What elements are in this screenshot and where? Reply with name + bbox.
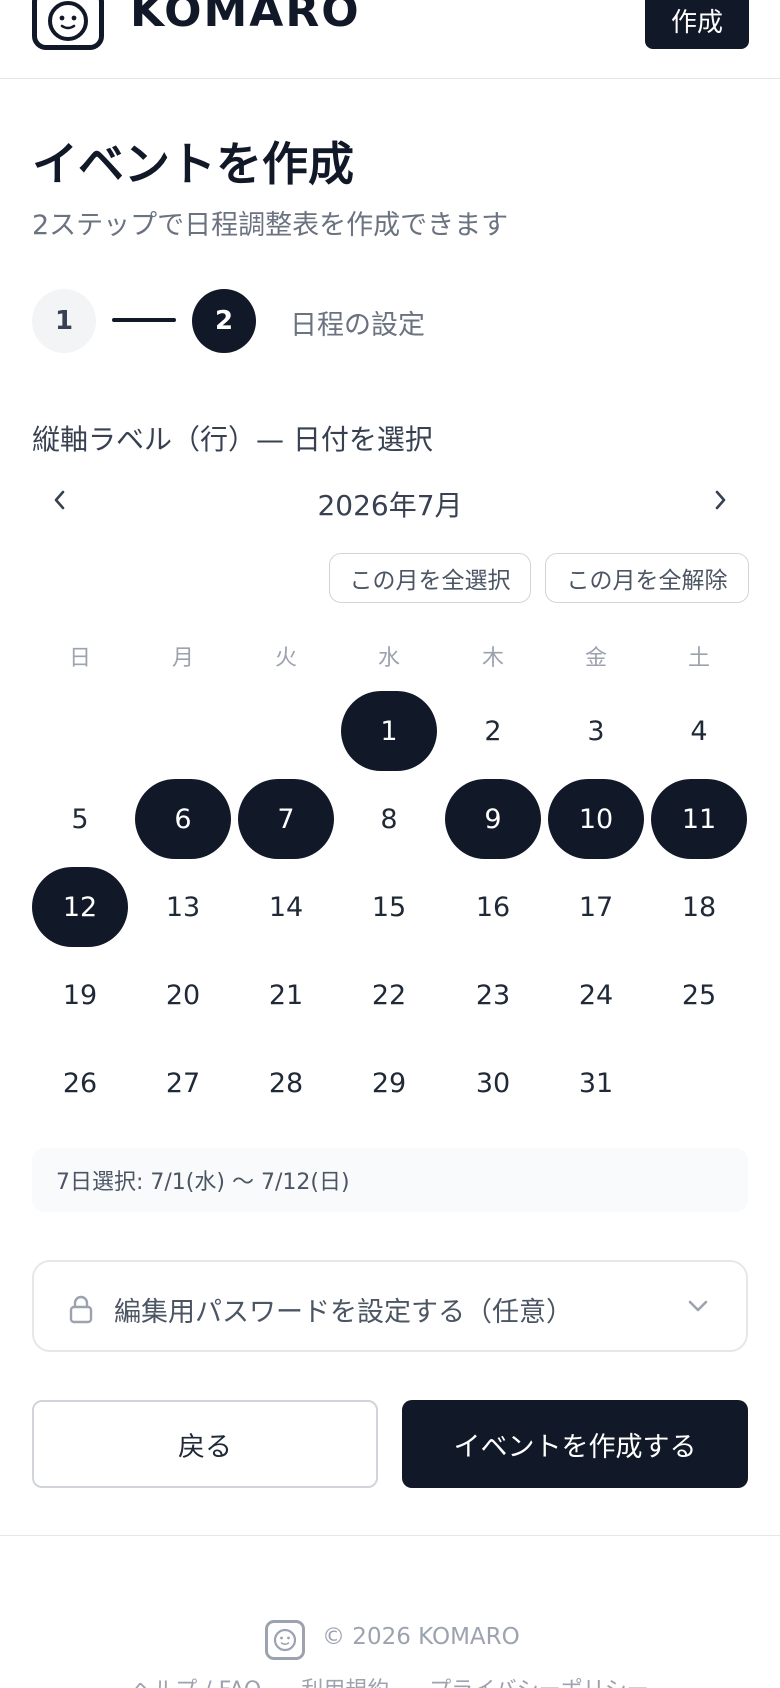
page-subtitle: 2ステップで日程調整表を作成できます — [32, 210, 509, 241]
logo-icon[interactable] — [32, 0, 104, 50]
calendar-day-22[interactable]: 22 — [341, 955, 437, 1035]
calendar-day-1[interactable]: 1 — [341, 691, 437, 771]
footer-link-help[interactable]: ヘルプ / FAQ — [131, 1672, 261, 1688]
calendar-day-31[interactable]: 31 — [548, 1043, 644, 1123]
calendar-day-30[interactable]: 30 — [445, 1043, 541, 1123]
footer: © 2026 KOMARO ヘルプ / FAQ 利用規約 プライバシーポリシー — [0, 1535, 780, 1688]
calendar-day-9[interactable]: 9 — [445, 779, 541, 859]
select-all-month-button[interactable]: この月を全選択 — [329, 553, 531, 603]
footer-link-terms[interactable]: 利用規約 — [301, 1672, 389, 1688]
password-accordion[interactable]: 編集用パスワードを設定する（任意） — [32, 1260, 748, 1352]
calendar-day-2[interactable]: 2 — [445, 691, 541, 771]
footer-links: ヘルプ / FAQ 利用規約 プライバシーポリシー — [0, 1672, 780, 1688]
weekday-mon: 月 — [171, 646, 194, 671]
step-2-indicator: 2 — [192, 289, 256, 353]
logo-text[interactable]: KOMARO — [130, 0, 361, 37]
calendar-day-16[interactable]: 16 — [445, 867, 541, 947]
calendar-day-15[interactable]: 15 — [341, 867, 437, 947]
date-section-label: 縦軸ラベル（行）— 日付を選択 — [32, 423, 433, 456]
calendar-day-25[interactable]: 25 — [651, 955, 747, 1035]
calendar-day-6[interactable]: 6 — [135, 779, 231, 859]
calendar-day-7[interactable]: 7 — [238, 779, 334, 859]
calendar-day-3[interactable]: 3 — [548, 691, 644, 771]
weekday-sun: 日 — [68, 646, 91, 671]
calendar-day-24[interactable]: 24 — [548, 955, 644, 1035]
calendar-day-11[interactable]: 11 — [651, 779, 747, 859]
calendar-day-12[interactable]: 12 — [32, 867, 128, 947]
calendar-day-28[interactable]: 28 — [238, 1043, 334, 1123]
create-event-button[interactable]: イベントを作成する — [402, 1400, 748, 1488]
back-button[interactable]: 戻る — [32, 1400, 378, 1488]
calendar-day-20[interactable]: 20 — [135, 955, 231, 1035]
calendar-day-17[interactable]: 17 — [548, 867, 644, 947]
calendar-day-26[interactable]: 26 — [32, 1043, 128, 1123]
weekday-wed: 水 — [377, 646, 400, 671]
calendar-day-27[interactable]: 27 — [135, 1043, 231, 1123]
calendar-day-5[interactable]: 5 — [32, 779, 128, 859]
calendar-day-8[interactable]: 8 — [341, 779, 437, 859]
footer-link-privacy[interactable]: プライバシーポリシー — [429, 1672, 649, 1688]
password-label: 編集用パスワードを設定する（任意） — [114, 1297, 573, 1328]
calendar-day-4[interactable]: 4 — [651, 691, 747, 771]
footer-copyright: © 2026 KOMARO — [322, 1624, 520, 1650]
selection-summary: 7日選択: 7/1(水) 〜 7/12(日) — [32, 1148, 748, 1212]
weekday-fri: 金 — [584, 646, 607, 671]
calendar-day-19[interactable]: 19 — [32, 955, 128, 1035]
calendar-day-13[interactable]: 13 — [135, 867, 231, 947]
step-connector — [112, 318, 176, 322]
weekday-tue: 火 — [274, 646, 297, 671]
calendar-day-18[interactable]: 18 — [651, 867, 747, 947]
calendar-day-23[interactable]: 23 — [445, 955, 541, 1035]
next-month-button[interactable] — [698, 478, 742, 522]
weekday-thu: 木 — [481, 646, 504, 671]
calendar-day-29[interactable]: 29 — [341, 1043, 437, 1123]
app-header: KOMARO 作成 — [0, 0, 780, 79]
chevron-down-icon — [688, 1300, 708, 1312]
page-title: イベントを作成 — [32, 137, 354, 191]
weekday-sat: 土 — [687, 646, 710, 671]
footer-logo-icon — [265, 1620, 305, 1660]
calendar-day-21[interactable]: 21 — [238, 955, 334, 1035]
calendar-day-14[interactable]: 14 — [238, 867, 334, 947]
create-button[interactable]: 作成 — [645, 0, 749, 49]
calendar-day-10[interactable]: 10 — [548, 779, 644, 859]
clear-all-month-button[interactable]: この月を全解除 — [545, 553, 749, 603]
lock-icon — [69, 1295, 93, 1324]
current-step-label: 日程の設定 — [290, 310, 425, 341]
step-1-indicator: 1 — [32, 289, 96, 353]
month-label: 2026年7月 — [317, 489, 463, 522]
chevron-right-icon — [715, 490, 726, 510]
